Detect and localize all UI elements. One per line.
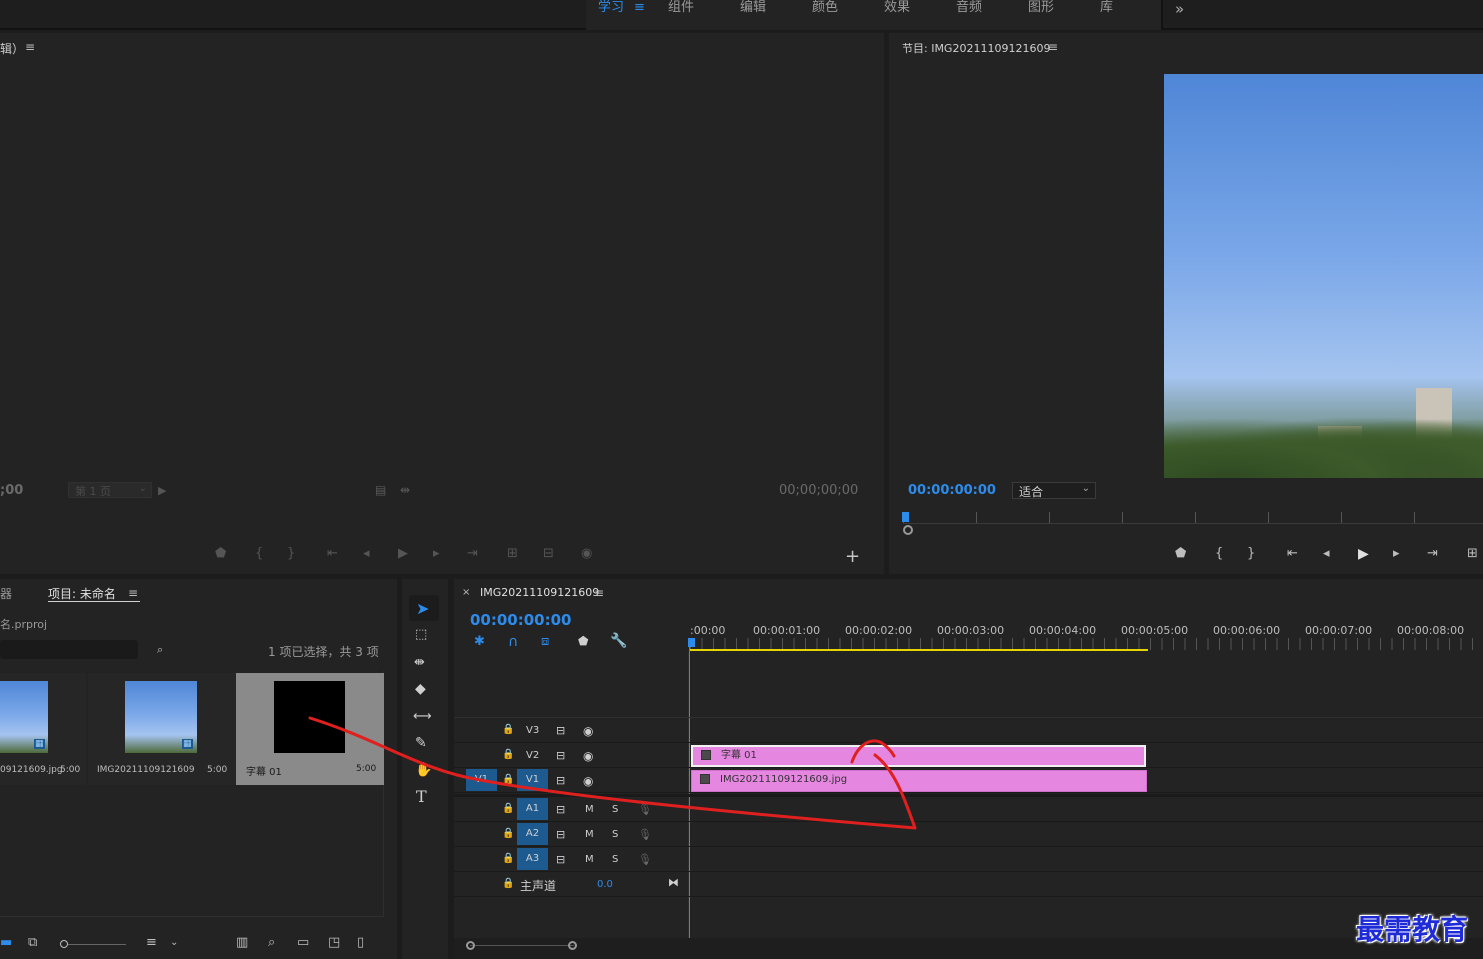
annotation-arrow <box>308 716 917 830</box>
watermark-logo: 最需教育 <box>1356 913 1469 946</box>
